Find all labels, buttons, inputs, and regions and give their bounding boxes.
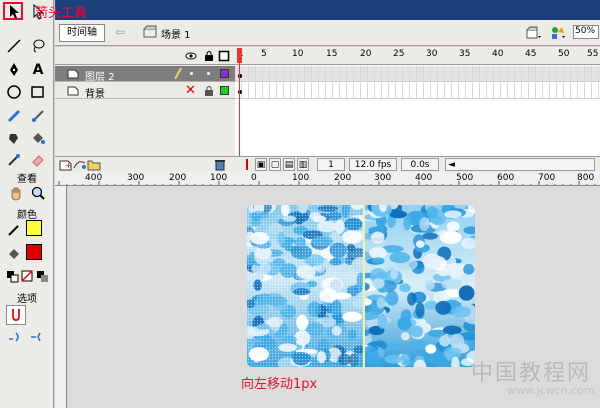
- outline-icon[interactable]: [218, 50, 230, 62]
- layers-header: [55, 47, 235, 65]
- modify-onion-markers-icon[interactable]: ▥: [297, 158, 309, 171]
- eye-icon[interactable]: [185, 50, 197, 62]
- ruler-ticks: [58, 181, 596, 185]
- vertical-ruler: [55, 186, 67, 408]
- snap-magnet-icon[interactable]: [6, 305, 26, 325]
- fill-color-swatch[interactable]: [26, 244, 42, 260]
- layer-row[interactable]: 背景 ✕: [55, 83, 235, 100]
- hand-tool-icon[interactable]: [6, 183, 26, 203]
- lasso-tool-icon[interactable]: [28, 36, 48, 56]
- zoom-input[interactable]: 50%: [573, 25, 599, 39]
- frame-row[interactable]: [235, 66, 600, 82]
- move-caption: 向左移动1px: [241, 377, 318, 392]
- frame-tick: 25: [393, 49, 405, 59]
- edit-scene-icon[interactable]: [525, 24, 543, 42]
- locked-icon[interactable]: [204, 85, 214, 96]
- fill-color-icon[interactable]: [4, 244, 24, 264]
- layer-color-swatch[interactable]: [220, 86, 229, 95]
- pebbles-image[interactable]: [363, 205, 475, 367]
- frame-row[interactable]: [235, 83, 600, 99]
- frame-tick: 50: [558, 49, 570, 59]
- hidden-x-icon[interactable]: ✕: [185, 84, 197, 97]
- frame-tick: 45: [525, 49, 537, 59]
- stroke-color-swatch[interactable]: [26, 220, 42, 236]
- line-tool-icon[interactable]: [4, 36, 24, 56]
- arrow-tool-highlight-box: [3, 2, 23, 20]
- stroke-color-icon[interactable]: [4, 220, 24, 240]
- stage-area[interactable]: 400 300 200 100 0 100 200 300 400 500 60…: [55, 172, 600, 408]
- frame-tick: 5: [261, 49, 267, 59]
- edit-symbols-icon[interactable]: [549, 24, 567, 42]
- elapsed-time: 0.0s: [401, 158, 439, 171]
- swap-colors-icon[interactable]: [32, 266, 52, 286]
- eyedropper-tool-icon[interactable]: [4, 150, 24, 170]
- oval-tool-icon[interactable]: [4, 82, 24, 102]
- playhead[interactable]: [237, 48, 242, 63]
- straighten-icon[interactable]: [28, 327, 48, 347]
- timeline-toolbar: 时间轴 ⇦ 场景 1 50%: [55, 20, 600, 46]
- options-section-label: 选项: [17, 294, 37, 305]
- arrow-tool-annotation: 箭头工具: [35, 6, 88, 21]
- layer-name: 图层 2: [85, 72, 115, 83]
- scene-label: 场景 1: [161, 30, 191, 41]
- watermark-url: www.jcwcn.com: [507, 384, 595, 397]
- playhead-line: [239, 63, 240, 157]
- pencil-tool-icon[interactable]: [4, 106, 24, 126]
- onion-skin-icon[interactable]: ▣: [255, 158, 267, 171]
- layer-icon: [67, 85, 79, 96]
- scene-icon: [143, 25, 157, 39]
- ink-bottle-tool-icon[interactable]: [4, 128, 24, 148]
- timeline-scrollbar[interactable]: ◄: [445, 158, 595, 171]
- lock-dot[interactable]: [207, 72, 210, 75]
- frame-tick: 55: [587, 49, 599, 59]
- layer-name: 背景: [85, 89, 105, 100]
- svg-text:+: +: [65, 161, 72, 170]
- colors-section-label: 颜色: [17, 210, 37, 221]
- layer-row[interactable]: 图层 2: [55, 66, 235, 83]
- visibility-dot[interactable]: [190, 72, 193, 75]
- onion-outline-icon[interactable]: ▢: [269, 158, 281, 171]
- frame-ruler[interactable]: 1 5 10 15 20 25 30 35 40 45 50 55: [235, 47, 600, 65]
- delete-layer-icon[interactable]: [213, 158, 227, 171]
- edit-multiple-frames-icon[interactable]: ▤: [283, 158, 295, 171]
- title-strip: [55, 0, 600, 20]
- tools-panel: A 查看 颜色 选项: [0, 0, 54, 408]
- brush-tool-icon[interactable]: [28, 106, 48, 126]
- insert-folder-icon[interactable]: [87, 158, 101, 171]
- text-tool-icon[interactable]: A: [28, 60, 48, 80]
- split-guide-line: [363, 205, 365, 367]
- timeline-footer: + ▣ ▢ ▤ ▥ 1 12.0 fps 0.0s ◄: [55, 156, 600, 172]
- back-arrow-icon[interactable]: ⇦: [115, 25, 129, 39]
- rectangle-tool-icon[interactable]: [28, 82, 48, 102]
- smooth-icon[interactable]: [6, 327, 26, 347]
- frame-tick: 15: [326, 49, 338, 59]
- insert-layer-icon[interactable]: +: [59, 158, 73, 171]
- lock-icon[interactable]: [203, 50, 215, 62]
- eraser-tool-icon[interactable]: [28, 150, 48, 170]
- layer-icon: [67, 68, 79, 79]
- add-motion-guide-icon[interactable]: [73, 158, 87, 171]
- horizontal-ruler: 400 300 200 100 0 100 200 300 400 500 60…: [55, 172, 600, 186]
- frame-rate: 12.0 fps: [349, 158, 397, 171]
- pencil-icon: [173, 67, 183, 80]
- frame-tick: 20: [360, 49, 372, 59]
- frame-tick: 40: [492, 49, 504, 59]
- layers-panel: 图层 2 背景 ✕: [55, 47, 235, 157]
- frame-tick: 35: [459, 49, 471, 59]
- current-frame: 1: [317, 158, 345, 171]
- pebbles-image-shifted[interactable]: [247, 205, 363, 367]
- paint-bucket-tool-icon[interactable]: [28, 128, 48, 148]
- zoom-tool-icon[interactable]: [28, 183, 48, 203]
- watermark-title: 中国教程网: [471, 361, 592, 386]
- layer-color-swatch[interactable]: [220, 69, 229, 78]
- frame-tick: 10: [292, 49, 304, 59]
- pen-tool-icon[interactable]: [4, 60, 24, 80]
- tab-timeline[interactable]: 时间轴: [59, 24, 105, 42]
- frame-tick: 30: [426, 49, 438, 59]
- frames-grid[interactable]: 1 5 10 15 20 25 30 35 40 45 50 55: [235, 47, 600, 157]
- center-frame-icon[interactable]: [241, 158, 253, 171]
